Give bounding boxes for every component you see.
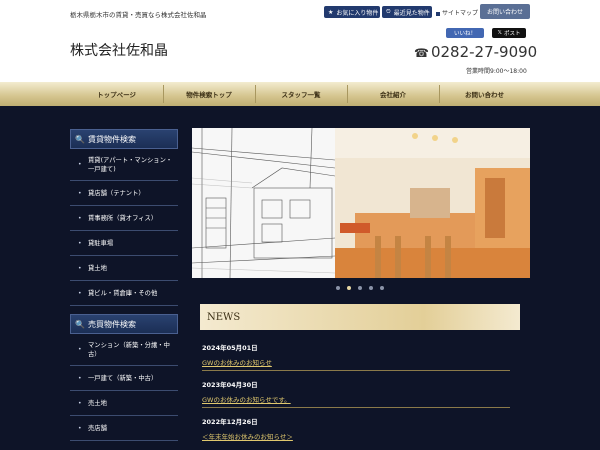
recent-button[interactable]: ⏲ 最近見た物件 [382, 6, 432, 18]
news-date: 2022年12月26日 [202, 418, 258, 426]
phone-text: 0282-27-9090 [430, 43, 538, 61]
search-icon: 🔍 [75, 319, 85, 329]
sidebar-item-label: 貸土地 [88, 264, 107, 272]
slide-image-street-sketch [192, 128, 336, 278]
favorites-label: お気に入り物件 [336, 9, 379, 17]
bullet-icon: • [78, 214, 82, 222]
nav-item-company[interactable]: 会社紹介 [347, 82, 439, 106]
sidebar-item-sale-mansion[interactable]: • マンション（新築・分譲・中古） [70, 334, 178, 366]
sidebar-item-label: 賃事務所（貸オフィス） [88, 214, 158, 222]
sidebar-item-rent-residential[interactable]: • 賃貸(アパート・マンション・一戸建て) [70, 149, 178, 181]
sidebar-item-rent-land[interactable]: • 貸土地 [70, 256, 178, 281]
nav-item-staff[interactable]: スタッフ一覧 [255, 82, 347, 106]
news-link[interactable]: GWのお休みのお知らせです。 [202, 394, 510, 404]
business-hours: 営業時間9:00～18:00 [466, 68, 527, 75]
rent-search-title: 賃貸物件検索 [87, 134, 136, 144]
bullet-icon: • [78, 346, 82, 353]
facebook-like-label: いいね！ [453, 31, 476, 37]
news-date: 2024年05月01日 [202, 344, 258, 352]
bullet-icon: • [78, 374, 82, 382]
x-post-button[interactable]: 𝕏 ポスト [492, 28, 526, 38]
sidebar-item-label: 貸ビル・賃倉庫・その他 [88, 289, 158, 297]
tagline: 栃木県栃木市の賃貸・売買なら株式会社佐和晶 [70, 11, 207, 19]
news-divider [202, 370, 510, 371]
contact-button[interactable]: お問い合わせ [480, 4, 530, 19]
star-icon: ★ [328, 8, 334, 16]
search-icon: 🔍 [75, 134, 85, 144]
sale-search-menu: 🔍 売買物件検索 • マンション（新築・分譲・中古） • 一戸建て（新築・中古） •… [70, 314, 178, 441]
header: 栃木県栃木市の賃貸・売買なら株式会社佐和晶 ★ お気に入り物件 ⏲ 最近見た物件… [0, 0, 600, 82]
sidebar-item-sale-house[interactable]: • 一戸建て（新築・中古） [70, 366, 178, 391]
news-date: 2023年04月30日 [202, 381, 258, 389]
facebook-like-button[interactable]: いいね！ [446, 28, 484, 38]
sidebar-item-rent-parking[interactable]: • 貸駐車場 [70, 231, 178, 256]
recent-label: 最近見た物件 [393, 9, 430, 17]
bullet-icon: • [78, 264, 82, 272]
news-item: 2023年04月30日 GWのお休みのお知らせです。 [202, 379, 510, 408]
nav-item-top[interactable]: トップページ [70, 82, 163, 106]
bullet-icon: • [78, 189, 82, 197]
x-post-label: ポスト [503, 31, 521, 37]
news-divider [202, 407, 510, 408]
phone-number[interactable]: ☎ 0282-27-9090 [414, 43, 537, 61]
sidebar-item-rent-office[interactable]: • 賃事務所（貸オフィス） [70, 206, 178, 231]
sidebar-item-label: 一戸建て（新築・中古） [88, 374, 158, 382]
sale-search-heading: 🔍 売買物件検索 [70, 314, 178, 334]
favorites-button[interactable]: ★ お気に入り物件 [324, 6, 380, 18]
sidebar-item-label: 売土地 [88, 399, 107, 407]
global-nav: トップページ 物件検索トップ スタッフ一覧 会社紹介 お問い合わせ [0, 82, 600, 106]
bullet-icon: • [78, 399, 82, 407]
sidebar-item-rent-store[interactable]: • 貸店舗（テナント） [70, 181, 178, 206]
slider-dot-active[interactable] [347, 286, 351, 290]
bullet-icon: • [78, 289, 82, 297]
street-sketch-illustration [192, 128, 336, 278]
sidebar-item-label: 売店舗 [88, 424, 107, 432]
square-bullet-icon [436, 11, 440, 16]
interior-photo [335, 128, 530, 278]
sale-search-title: 売買物件検索 [87, 319, 136, 329]
bullet-icon: • [78, 424, 82, 432]
news-heading: NEWS [200, 304, 520, 330]
rent-search-heading: 🔍 賃貸物件検索 [70, 129, 178, 149]
sidebar-item-sale-store[interactable]: • 売店舗 [70, 416, 178, 441]
slider-dot[interactable] [369, 286, 373, 290]
phone-icon: ☎ [414, 46, 429, 60]
sidebar-item-sale-land[interactable]: • 売土地 [70, 391, 178, 416]
x-icon: 𝕏 [497, 30, 502, 36]
sidebar-item-label: 貸駐車場 [88, 239, 114, 247]
sidebar-item-label: マンション（新築・分譲・中古） [88, 341, 170, 358]
sidebar-item-label: 賃貸(アパート・マンション・一戸建て) [88, 156, 173, 173]
nav-item-search[interactable]: 物件検索トップ [163, 82, 255, 106]
sitemap-label: サイトマップ [442, 10, 479, 17]
bullet-icon: • [78, 161, 82, 168]
news-link[interactable]: GWのお休みのお知らせ [202, 357, 510, 367]
slider-dot[interactable] [358, 286, 362, 290]
company-logo[interactable]: 株式会社佐和晶 [70, 40, 168, 60]
sidebar-item-label: 貸店舗（テナント） [88, 189, 145, 197]
news-item: 2024年05月01日 GWのお休みのお知らせ [202, 342, 510, 371]
slide-image-interior [335, 128, 530, 278]
bullet-icon: • [78, 239, 82, 247]
slider-dot[interactable] [336, 286, 340, 290]
news-link[interactable]: ＜年末年始お休みのお知らせ＞ [202, 431, 510, 441]
news-item: 2022年12月26日 ＜年末年始お休みのお知らせ＞ [202, 416, 510, 441]
hero-slider[interactable] [192, 128, 530, 278]
clock-icon: ⏲ [386, 8, 391, 15]
rent-search-menu: 🔍 賃貸物件検索 • 賃貸(アパート・マンション・一戸建て) • 貸店舗（テナント）… [70, 129, 178, 306]
slider-dot[interactable] [380, 286, 384, 290]
sidebar-item-rent-other[interactable]: • 貸ビル・賃倉庫・その他 [70, 281, 178, 306]
slider-pagination [336, 286, 391, 290]
sitemap-link[interactable]: サイトマップ [436, 8, 478, 17]
nav-item-contact[interactable]: お問い合わせ [439, 82, 530, 106]
